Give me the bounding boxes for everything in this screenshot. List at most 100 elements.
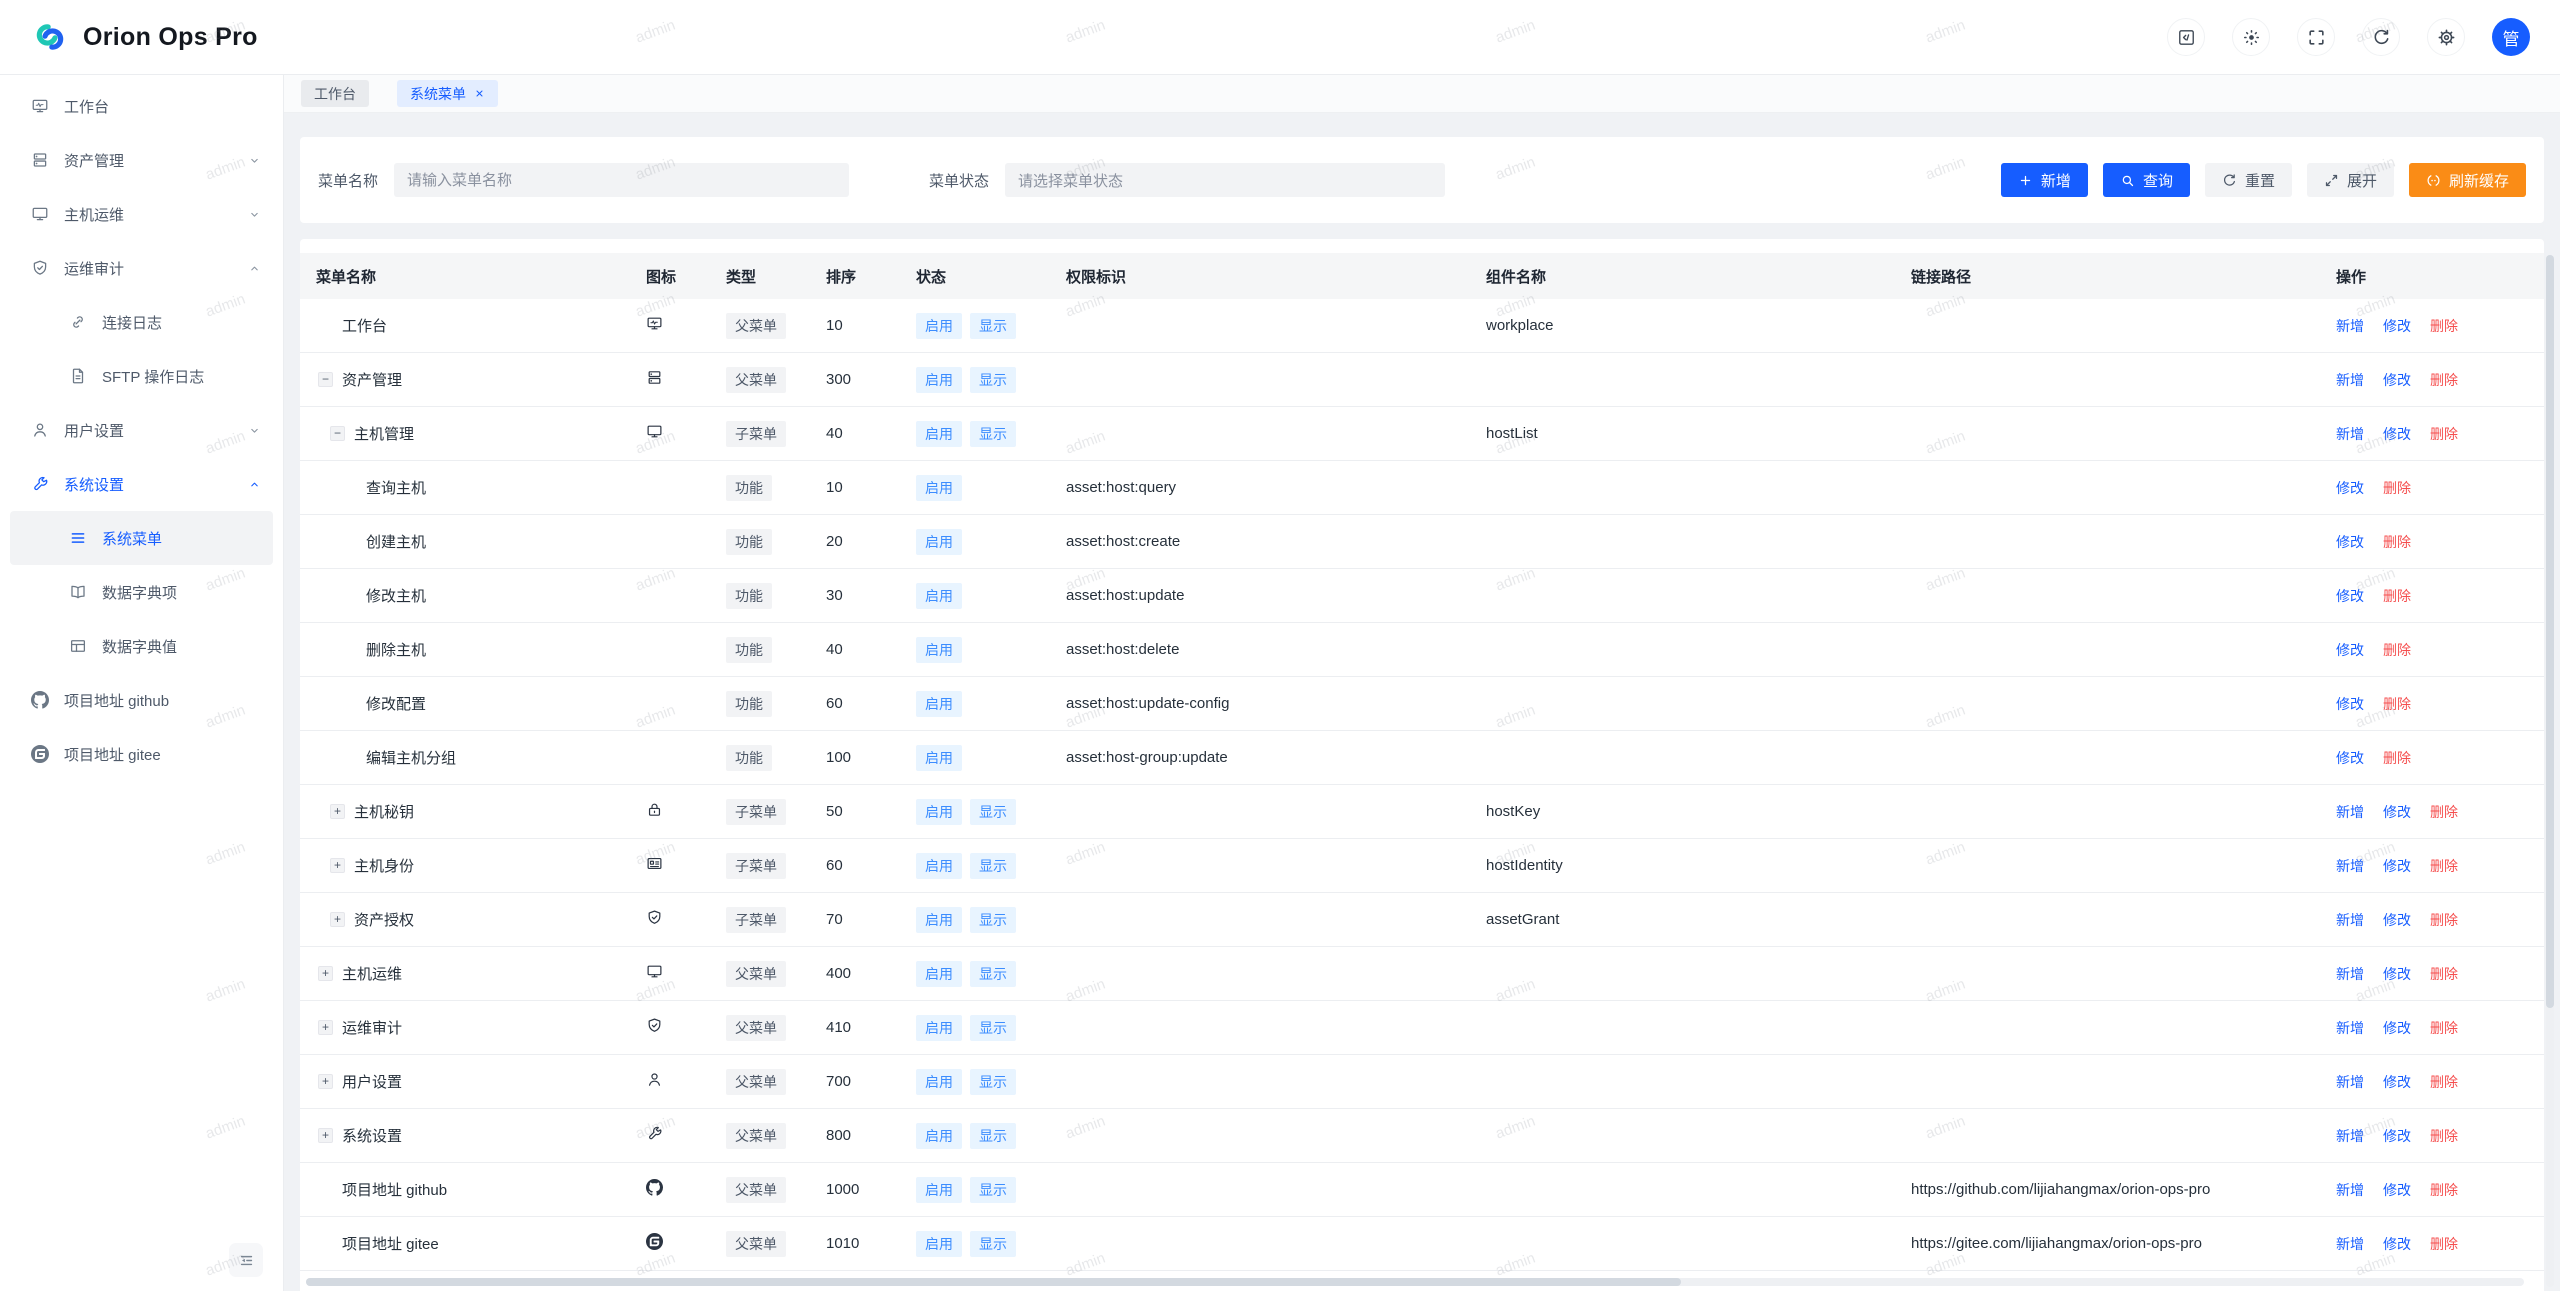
tab-1[interactable]: 工作台 xyxy=(301,80,369,107)
table-row: 查询主机功能10启用asset:host:query修改删除 xyxy=(300,461,2544,515)
sidebar-subitem-6-1[interactable]: 系统菜单 xyxy=(10,511,273,565)
gear-button[interactable] xyxy=(2427,18,2465,56)
delete-row-link[interactable]: 删除 xyxy=(2430,1020,2458,1036)
sidebar: 工作台资产管理主机运维运维审计连接日志SFTP 操作日志用户设置系统设置系统菜单… xyxy=(0,75,284,1291)
edit-row-link[interactable]: 修改 xyxy=(2383,1074,2411,1090)
sidebar-item-4[interactable]: 运维审计 xyxy=(0,241,283,295)
expand-row-icon[interactable]: + xyxy=(330,912,345,927)
edit-row-link[interactable]: 修改 xyxy=(2336,480,2364,496)
edit-row-link[interactable]: 修改 xyxy=(2383,318,2411,334)
edit-row-link[interactable]: 修改 xyxy=(2383,1128,2411,1144)
expand-action-button[interactable]: 展开 xyxy=(2307,163,2394,197)
expand-row-icon[interactable]: + xyxy=(318,966,333,981)
delete-row-link[interactable]: 删除 xyxy=(2430,426,2458,442)
menu-component-cell: hostIdentity xyxy=(1470,857,1895,874)
horizontal-scrollbar[interactable] xyxy=(306,1278,2524,1286)
sidebar-subitem-6-3[interactable]: 数据字典值 xyxy=(0,619,283,673)
edit-row-link[interactable]: 修改 xyxy=(2336,588,2364,604)
add-row-link[interactable]: 新增 xyxy=(2336,1128,2364,1144)
vertical-scrollbar-thumb[interactable] xyxy=(2546,255,2554,1008)
desktop-icon xyxy=(646,423,663,440)
sidebar-item-8[interactable]: 项目地址 gitee xyxy=(0,727,283,781)
refresh-button[interactable] xyxy=(2362,18,2400,56)
delete-row-link[interactable]: 删除 xyxy=(2430,804,2458,820)
delete-row-link[interactable]: 删除 xyxy=(2383,588,2411,604)
reset-action-button[interactable]: 重置 xyxy=(2205,163,2292,197)
fullscreen-button[interactable] xyxy=(2297,18,2335,56)
menu-sort-cell: 40 xyxy=(810,641,900,658)
expand-row-icon[interactable]: + xyxy=(330,858,345,873)
add-row-link[interactable]: 新增 xyxy=(2336,1074,2364,1090)
sun-button[interactable] xyxy=(2232,18,2270,56)
edit-row-link[interactable]: 修改 xyxy=(2336,534,2364,550)
delete-row-link[interactable]: 删除 xyxy=(2430,1182,2458,1198)
expand-row-icon[interactable]: + xyxy=(318,1074,333,1089)
user-avatar[interactable]: 管 xyxy=(2492,18,2530,56)
sidebar-subitem-6-2[interactable]: 数据字典项 xyxy=(0,565,283,619)
vertical-scrollbar[interactable] xyxy=(2546,255,2554,1287)
edit-row-link[interactable]: 修改 xyxy=(2383,966,2411,982)
sidebar-item-3[interactable]: 主机运维 xyxy=(0,187,283,241)
add-row-link[interactable]: 新增 xyxy=(2336,1236,2364,1252)
delete-row-link[interactable]: 删除 xyxy=(2430,1236,2458,1252)
add-row-link[interactable]: 新增 xyxy=(2336,804,2364,820)
delete-row-link[interactable]: 删除 xyxy=(2383,642,2411,658)
plus-action-button[interactable]: 新增 xyxy=(2001,163,2088,197)
expand-row-icon[interactable]: + xyxy=(318,1020,333,1035)
status-tag: 启用 xyxy=(916,1231,962,1257)
delete-row-link[interactable]: 删除 xyxy=(2430,912,2458,928)
edit-row-link[interactable]: 修改 xyxy=(2383,1182,2411,1198)
edit-row-link[interactable]: 修改 xyxy=(2383,372,2411,388)
horizontal-scrollbar-thumb[interactable] xyxy=(306,1278,1681,1286)
add-row-link[interactable]: 新增 xyxy=(2336,1020,2364,1036)
edit-row-link[interactable]: 修改 xyxy=(2336,696,2364,712)
delete-row-link[interactable]: 删除 xyxy=(2430,858,2458,874)
edit-row-link[interactable]: 修改 xyxy=(2383,426,2411,442)
sidebar-item-6[interactable]: 系统设置 xyxy=(0,457,283,511)
delete-row-link[interactable]: 删除 xyxy=(2383,480,2411,496)
cache-action-button[interactable]: 刷新缓存 xyxy=(2409,163,2526,197)
menu-icon-cell xyxy=(630,423,710,444)
delete-row-link[interactable]: 删除 xyxy=(2383,696,2411,712)
add-row-link[interactable]: 新增 xyxy=(2336,318,2364,334)
search-action-button[interactable]: 查询 xyxy=(2103,163,2190,197)
sidebar-item-7[interactable]: 项目地址 github xyxy=(0,673,283,727)
add-row-link[interactable]: 新增 xyxy=(2336,966,2364,982)
code-square-button[interactable] xyxy=(2167,18,2205,56)
delete-row-link[interactable]: 删除 xyxy=(2430,372,2458,388)
add-row-link[interactable]: 新增 xyxy=(2336,372,2364,388)
sidebar-item-2[interactable]: 资产管理 xyxy=(0,133,283,187)
edit-row-link[interactable]: 修改 xyxy=(2383,912,2411,928)
edit-row-link[interactable]: 修改 xyxy=(2383,858,2411,874)
delete-row-link[interactable]: 删除 xyxy=(2383,750,2411,766)
edit-row-link[interactable]: 修改 xyxy=(2336,642,2364,658)
add-row-link[interactable]: 新增 xyxy=(2336,1182,2364,1198)
expand-row-icon[interactable]: + xyxy=(318,1128,333,1143)
expand-row-icon[interactable]: + xyxy=(330,804,345,819)
collapse-row-icon[interactable]: − xyxy=(318,372,333,387)
delete-row-link[interactable]: 删除 xyxy=(2430,1074,2458,1090)
sidebar-collapse-button[interactable] xyxy=(229,1243,263,1277)
edit-row-link[interactable]: 修改 xyxy=(2383,804,2411,820)
add-row-link[interactable]: 新增 xyxy=(2336,858,2364,874)
column-header-comp: 组件名称 xyxy=(1470,266,1895,287)
edit-row-link[interactable]: 修改 xyxy=(2336,750,2364,766)
menu-name-input[interactable] xyxy=(394,163,849,197)
tab-2[interactable]: 系统菜单 xyxy=(397,80,498,107)
table-row: 修改配置功能60启用asset:host:update-config修改删除 xyxy=(300,677,2544,731)
delete-row-link[interactable]: 删除 xyxy=(2383,534,2411,550)
edit-row-link[interactable]: 修改 xyxy=(2383,1236,2411,1252)
add-row-link[interactable]: 新增 xyxy=(2336,426,2364,442)
delete-row-link[interactable]: 删除 xyxy=(2430,1128,2458,1144)
edit-row-link[interactable]: 修改 xyxy=(2383,1020,2411,1036)
delete-row-link[interactable]: 删除 xyxy=(2430,318,2458,334)
sidebar-subitem-4-2[interactable]: SFTP 操作日志 xyxy=(0,349,283,403)
sidebar-item-1[interactable]: 工作台 xyxy=(0,79,283,133)
collapse-row-icon[interactable]: − xyxy=(330,426,345,441)
sidebar-item-5[interactable]: 用户设置 xyxy=(0,403,283,457)
delete-row-link[interactable]: 删除 xyxy=(2430,966,2458,982)
sidebar-subitem-4-1[interactable]: 连接日志 xyxy=(0,295,283,349)
close-icon[interactable] xyxy=(474,88,485,99)
menu-status-select[interactable]: 请选择菜单状态 xyxy=(1005,163,1445,197)
add-row-link[interactable]: 新增 xyxy=(2336,912,2364,928)
